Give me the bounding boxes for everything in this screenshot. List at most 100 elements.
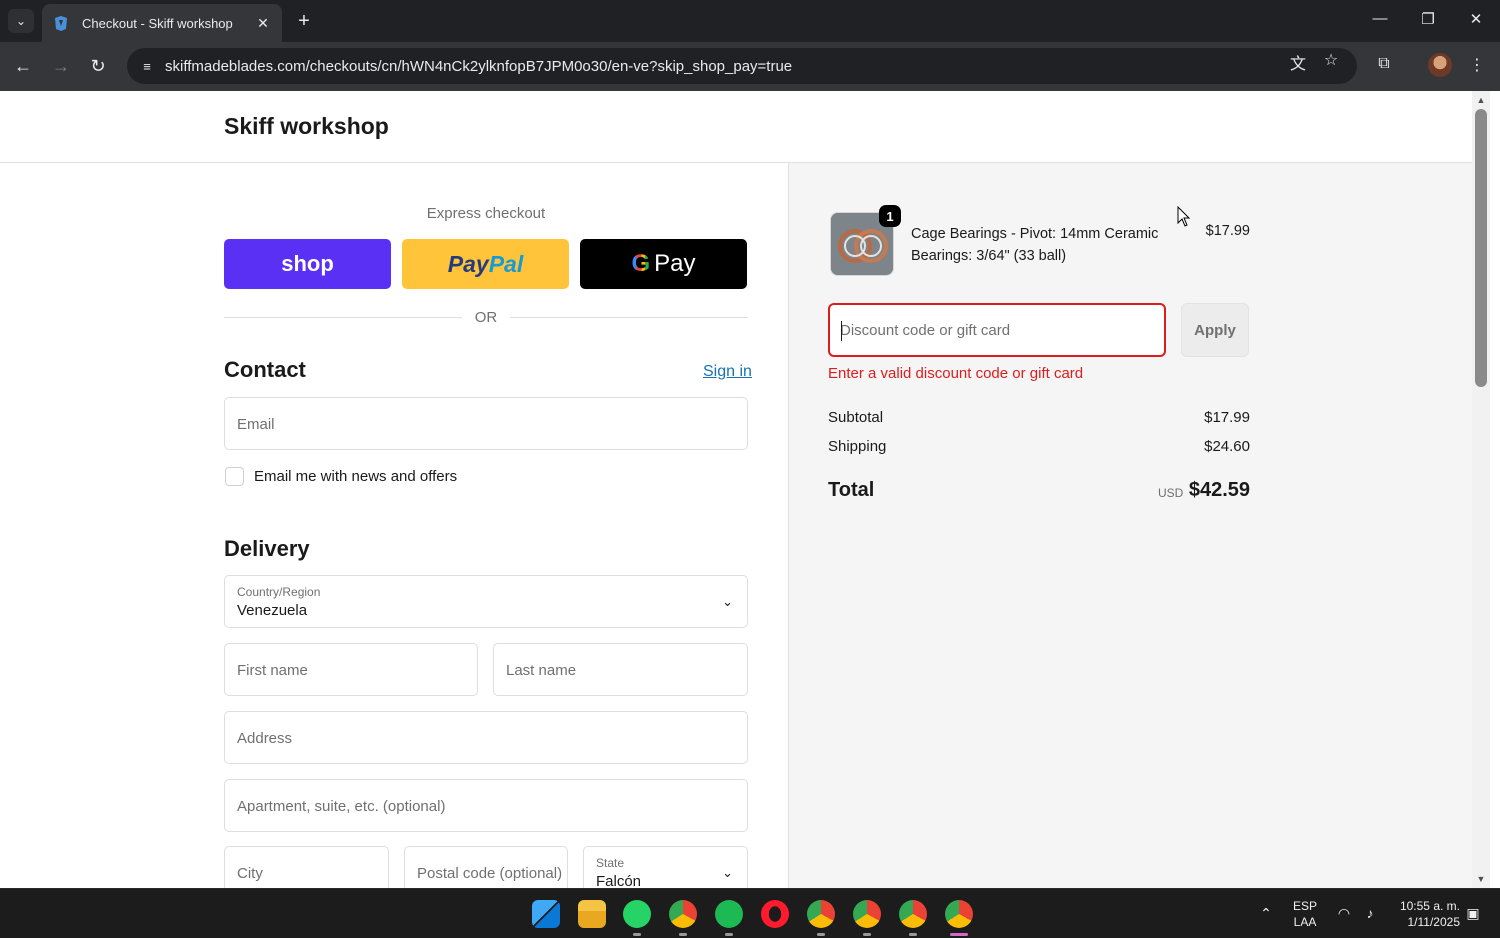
browser-tab[interactable]: Checkout - Skiff workshop ✕ [42,4,282,42]
google-pay-button[interactable]: G Pay [580,239,747,289]
last-name-placeholder: Last name [506,662,577,679]
page-scrollbar[interactable]: ▲ ▼ [1472,91,1490,888]
state-label: State [596,856,625,870]
news-offers-checkbox[interactable] [225,467,244,486]
close-window-icon[interactable]: ✕ [1461,10,1491,28]
news-offers-label[interactable]: Email me with news and offers [254,468,457,485]
tab-search-button[interactable]: ⌄ [8,9,34,33]
subtotal-label: Subtotal [828,409,884,426]
total-currency: USD [1158,486,1184,500]
store-name[interactable]: Skiff workshop [224,113,389,140]
state-value: Falcón [596,873,642,888]
apartment-placeholder: Apartment, suite, etc. (optional) [237,798,446,815]
paypal-button[interactable]: Pay Pal [402,239,569,289]
google-pay-label: Pay [654,250,696,277]
total-value: $42.59 [1188,479,1250,501]
text-caret [841,321,842,341]
file-explorer-icon[interactable] [578,900,606,928]
windows-start-icon[interactable] [532,900,560,928]
chevron-down-icon: ⌄ [722,594,733,609]
notifications-icon[interactable]: ▣ [1464,905,1482,921]
subtotal-value: $17.99 [1204,409,1250,426]
chrome-profile-3-indicator [863,933,871,936]
google-g-icon: G [631,250,651,277]
apartment-field[interactable]: Apartment, suite, etc. (optional) [224,779,748,832]
city-field[interactable]: City [224,846,389,888]
country-select[interactable]: Country/Region Venezuela ⌄ [224,575,748,628]
state-select[interactable]: State Falcón ⌄ [583,846,748,888]
chrome-icon[interactable] [669,900,697,928]
address-field[interactable]: Address [224,711,748,764]
scroll-thumb[interactable] [1475,109,1487,387]
translate-icon[interactable]: 文 [1287,50,1309,74]
chrome-active-icon[interactable] [945,900,973,928]
address-bar[interactable]: ≡ skiffmadeblades.com/checkouts/cn/hWN4n… [127,48,1357,84]
windows-taskbar: ⌃ ESP LAA ◠ ♪ 10:55 a. m. 1/11/2025 ▣ [0,888,1500,938]
chevron-down-icon: ⌄ [15,14,27,28]
quantity-badge: 1 [879,205,901,227]
restore-icon[interactable]: ❐ [1413,10,1443,28]
spotify-indicator [725,933,733,936]
back-icon[interactable]: ← [10,54,36,78]
whatsapp-icon[interactable] [623,900,651,928]
postal-code-placeholder: Postal code (optional) [417,865,563,882]
close-tab-icon[interactable]: ✕ [254,15,272,32]
express-checkout-label: Express checkout [426,205,546,222]
new-tab-button[interactable]: + [292,10,316,32]
city-placeholder: City [237,865,263,882]
profile-avatar[interactable] [1428,53,1452,77]
email-placeholder: Email [237,416,275,433]
shopify-favicon-icon [55,16,67,31]
menu-kebab-icon[interactable]: ⋮ [1465,55,1489,75]
or-divider-right [510,317,748,318]
chrome-indicator [679,933,687,936]
discount-code-field[interactable] [828,303,1166,357]
url-text: skiffmadeblades.com/checkouts/cn/hWN4nCk… [165,57,793,75]
paypal-label-part2: Pal [488,250,524,277]
browser-toolbar: ← → ↻ ≡ skiffmadeblades.com/checkouts/cn… [0,42,1500,91]
wifi-icon[interactable]: ◠ [1334,905,1354,921]
spotify-icon[interactable] [715,900,743,928]
total-label: Total [828,479,875,501]
shipping-label: Shipping [828,438,887,455]
discount-code-input[interactable] [840,318,1150,342]
address-placeholder: Address [237,730,293,747]
clock[interactable]: 10:55 a. m. 1/11/2025 [1390,898,1460,930]
show-hidden-icons-icon[interactable]: ⌃ [1256,905,1276,921]
chrome-profile-3-icon[interactable] [853,900,881,928]
store-header: Skiff workshop [0,91,1472,163]
sign-in-link[interactable]: Sign in [703,363,752,381]
postal-code-field[interactable]: Postal code (optional) [404,846,568,888]
extensions-icon[interactable]: ⧉ [1372,55,1396,73]
volume-icon[interactable]: ♪ [1360,905,1380,921]
whatsapp-indicator [633,933,641,936]
contact-heading: Contact [224,357,306,382]
last-name-field[interactable]: Last name [493,643,748,696]
opera-icon[interactable] [761,900,789,928]
apply-discount-button[interactable]: Apply [1181,303,1249,357]
discount-error-message: Enter a valid discount code or gift card [828,365,1084,382]
scroll-up-icon[interactable]: ▲ [1476,95,1486,105]
mouse-cursor-icon [1177,206,1191,227]
shop-pay-button[interactable]: shop [224,239,391,289]
chrome-profile-4-indicator [909,933,917,936]
product-name: Cage Bearings - Pivot: 14mm Ceramic Bear… [911,226,1159,264]
tab-title: Checkout - Skiff workshop [82,15,233,31]
chrome-profile-2-icon[interactable] [807,900,835,928]
minimize-icon[interactable]: — [1365,10,1395,27]
scroll-down-icon[interactable]: ▼ [1476,874,1486,884]
email-field[interactable]: Email [224,397,748,450]
chrome-active-indicator [950,933,968,936]
first-name-placeholder: First name [237,662,308,679]
chevron-down-icon: ⌄ [722,865,733,880]
site-info-icon[interactable]: ≡ [137,59,157,74]
bookmark-star-icon[interactable]: ☆ [1320,50,1342,70]
forward-icon[interactable]: → [48,54,74,78]
delivery-heading: Delivery [224,536,310,561]
chrome-profile-2-indicator [817,933,825,936]
reload-icon[interactable]: ↻ [85,54,111,78]
chrome-profile-4-icon[interactable] [899,900,927,928]
language-indicator[interactable]: ESP LAA [1290,898,1320,930]
shop-pay-label: shop [281,251,334,276]
first-name-field[interactable]: First name [224,643,478,696]
